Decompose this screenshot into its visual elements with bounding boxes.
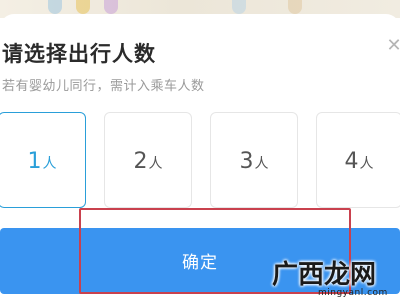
option-2-persons[interactable]: 2人 (104, 112, 192, 208)
dialog-subtitle: 若有婴幼儿同行，需计入乘车人数 (2, 79, 205, 94)
dialog-title: 请选择出行人数 (2, 42, 156, 66)
option-label: 2人 (133, 149, 163, 174)
option-label: 3人 (239, 149, 269, 174)
option-label: 4人 (344, 149, 374, 174)
close-icon[interactable]: ✕ (384, 36, 400, 56)
watermark-text: 广西龙网 (272, 260, 377, 290)
option-label: 1人 (27, 149, 57, 174)
watermark-url: mingyanl.com (318, 288, 388, 298)
option-3-persons[interactable]: 3人 (210, 112, 298, 208)
option-1-person[interactable]: 1人 (0, 112, 86, 208)
option-4-persons[interactable]: 4人 (316, 112, 400, 208)
